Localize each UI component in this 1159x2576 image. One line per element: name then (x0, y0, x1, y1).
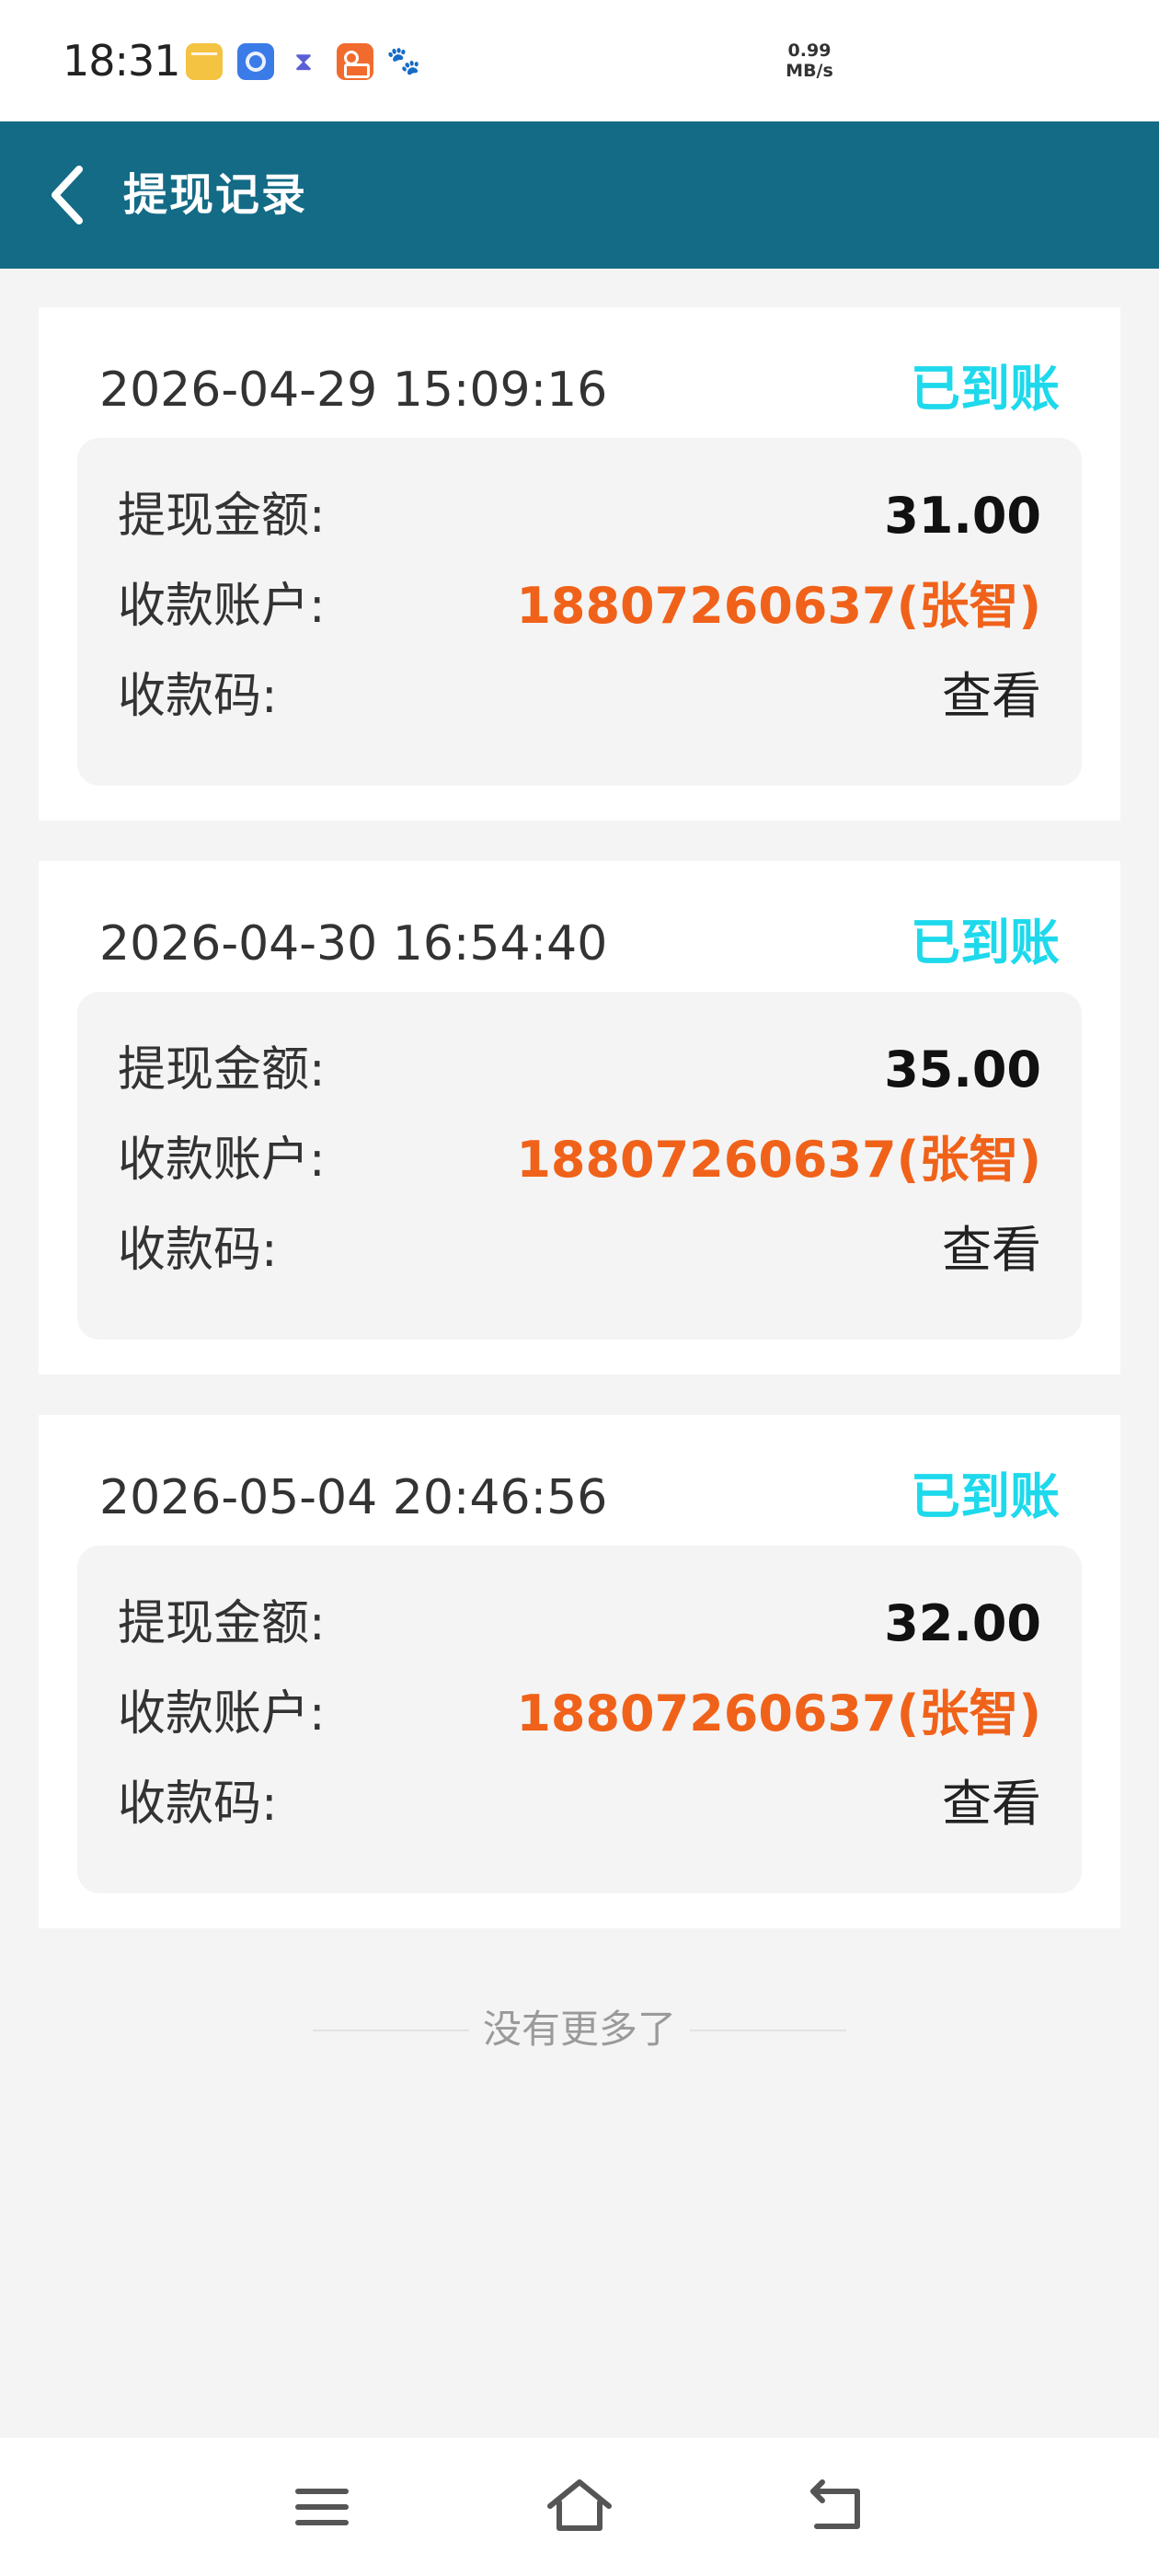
payment-code-row: 收款码: 查看 (118, 664, 1041, 729)
account-value: 18807260637(张智) (516, 1685, 1041, 1742)
status-time: 18:31 (63, 36, 181, 86)
account-value: 18807260637(张智) (516, 577, 1041, 635)
record-time: 2026-04-30 16:54:40 (99, 916, 608, 972)
amount-label: 提现金额: (118, 1596, 326, 1651)
record-time: 2026-04-29 15:09:16 (99, 362, 608, 418)
amount-row: 提现金额: 32.00 (118, 1592, 1041, 1656)
payment-code-label: 收款码: (118, 1777, 278, 1832)
amount-label: 提现金额: (118, 489, 326, 544)
network-speed-value: 0.99 (787, 40, 832, 61)
system-nav-bar (0, 2438, 1159, 2576)
nav-bar: 提现记录 (0, 121, 1159, 269)
record-card: 2026-04-29 15:09:16 已到账 提现金额: 31.00 收款账户… (39, 307, 1120, 821)
amount-row: 提现金额: 31.00 (118, 484, 1041, 548)
record-status-badge: 已到账 (911, 1467, 1060, 1525)
status-bar: 18:31 ⧗ 🐾 0.99 MB/s (0, 0, 1159, 121)
list-end-indicator: 没有更多了 (313, 2002, 846, 2057)
browser-icon (237, 43, 274, 80)
record-card: 2026-05-04 20:46:56 已到账 提现金额: 32.00 收款账户… (39, 1415, 1120, 1928)
withdrawal-record-list: 2026-04-29 15:09:16 已到账 提现金额: 31.00 收款账户… (39, 307, 1120, 1969)
payment-code-row: 收款码: 查看 (118, 1218, 1041, 1282)
home-icon[interactable] (543, 2475, 616, 2539)
amount-value: 31.00 (884, 487, 1041, 545)
payment-code-label: 收款码: (118, 669, 278, 724)
record-time: 2026-05-04 20:46:56 (99, 1470, 608, 1525)
network-speed: 0.99 MB/s (773, 40, 846, 81)
account-label: 收款账户: (118, 1686, 326, 1742)
notes-icon (186, 43, 223, 80)
page-title: 提现记录 (123, 169, 308, 221)
amount-value: 35.00 (884, 1041, 1041, 1098)
view-payment-code-button[interactable]: 查看 (942, 1772, 1041, 1836)
account-row: 收款账户: 18807260637(张智) (118, 574, 1041, 638)
record-card: 2026-04-30 16:54:40 已到账 提现金额: 35.00 收款账户… (39, 861, 1120, 1374)
view-payment-code-button[interactable]: 查看 (942, 1218, 1041, 1282)
amount-value: 32.00 (884, 1594, 1041, 1652)
account-label: 收款账户: (118, 579, 326, 634)
network-speed-unit: MB/s (786, 61, 833, 81)
amount-label: 提现金额: (118, 1042, 326, 1098)
hourglass-icon: ⧗ (294, 46, 313, 76)
menu-icon[interactable] (285, 2475, 359, 2539)
kuaishou-icon (337, 43, 373, 80)
payment-code-label: 收款码: (118, 1223, 278, 1278)
back-icon[interactable] (800, 2475, 874, 2539)
record-detail-panel: 提现金额: 31.00 收款账户: 18807260637(张智) 收款码: 查… (77, 438, 1082, 786)
divider-line (690, 2030, 846, 2031)
baidu-icon: 🐾 (386, 45, 421, 77)
record-detail-panel: 提现金额: 35.00 收款账户: 18807260637(张智) 收款码: 查… (77, 992, 1082, 1340)
view-payment-code-button[interactable]: 查看 (942, 664, 1041, 729)
payment-code-row: 收款码: 查看 (118, 1772, 1041, 1836)
record-status-badge: 已到账 (911, 914, 1060, 972)
account-row: 收款账户: 18807260637(张智) (118, 1128, 1041, 1192)
account-value: 18807260637(张智) (516, 1131, 1041, 1189)
chevron-left-icon[interactable] (44, 164, 99, 226)
account-label: 收款账户: (118, 1133, 326, 1188)
record-detail-panel: 提现金额: 32.00 收款账户: 18807260637(张智) 收款码: 查… (77, 1546, 1082, 1893)
amount-row: 提现金额: 35.00 (118, 1038, 1041, 1102)
record-status-badge: 已到账 (911, 360, 1060, 418)
account-row: 收款账户: 18807260637(张智) (118, 1682, 1041, 1746)
